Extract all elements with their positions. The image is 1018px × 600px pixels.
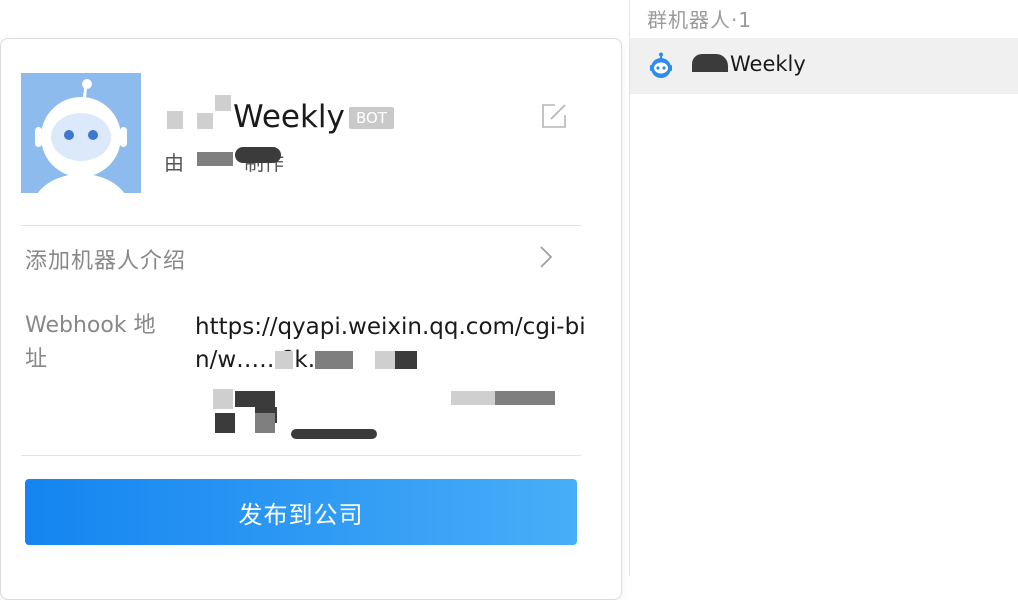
redaction-mask [692, 54, 728, 72]
redaction-mask [291, 429, 377, 439]
redaction-mask [275, 351, 293, 369]
webhook-url[interactable]: https://qyapi.weixin.qq.com/cgi-bin/w……?… [195, 311, 587, 447]
redaction-mask [213, 389, 233, 409]
redaction-mask [197, 152, 233, 166]
robot-avatar-icon [21, 73, 141, 193]
redaction-mask [167, 111, 183, 129]
redaction-mask [495, 391, 555, 405]
redaction-mask [215, 413, 235, 433]
robot-list-item[interactable]: Weekly [630, 38, 1018, 94]
bot-badge: BOT [349, 107, 394, 129]
robot-list-panel: 群机器人·1 Weekly [629, 0, 1018, 576]
redaction-mask [197, 113, 213, 129]
robot-icon [650, 52, 672, 78]
redaction-mask [395, 351, 417, 369]
add-robot-intro-row[interactable]: 添加机器人介绍 [21, 227, 581, 293]
publish-to-company-button[interactable]: 发布到公司 [25, 479, 577, 545]
redaction-mask [451, 391, 497, 405]
robot-name: Weekly [163, 99, 345, 135]
redaction-mask [235, 391, 275, 407]
robot-avatar [21, 73, 141, 193]
robot-name-text: Weekly [233, 99, 345, 135]
chevron-right-icon [540, 246, 553, 268]
redaction-mask [215, 95, 231, 111]
robot-detail-card: Weekly BOT 由 制作 添加机器人介绍 Webhook 地址 https… [0, 38, 622, 600]
redaction-mask [315, 351, 353, 369]
divider [21, 225, 581, 226]
add-robot-intro-label: 添加机器人介绍 [25, 249, 187, 274]
edit-icon[interactable] [539, 101, 569, 131]
divider [21, 455, 581, 456]
redaction-mask [375, 351, 395, 369]
redaction-mask [235, 147, 281, 163]
redaction-mask [255, 413, 275, 433]
webhook-label: Webhook 地址 [25, 313, 156, 372]
robot-list-header: 群机器人·1 [647, 8, 753, 32]
